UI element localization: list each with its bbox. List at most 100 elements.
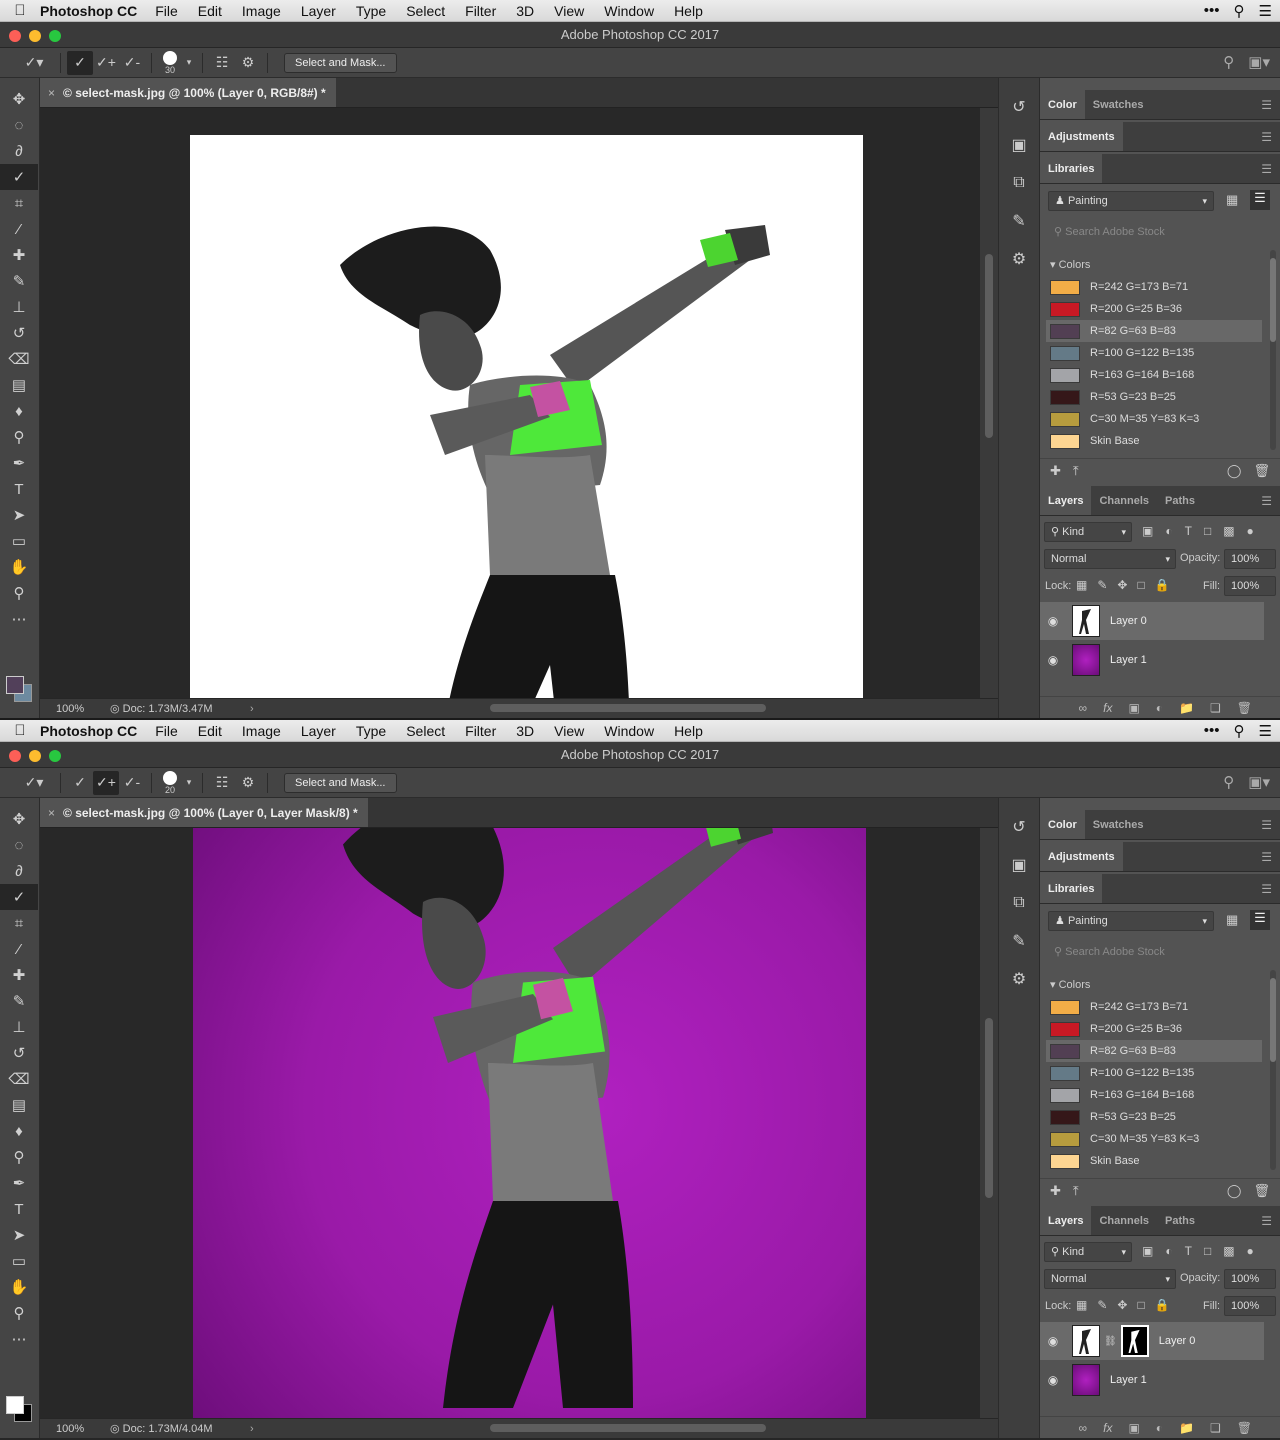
filter-toggle-icon[interactable]: ● — [1247, 524, 1254, 538]
layer-name[interactable]: Layer 0 — [1110, 615, 1147, 627]
document-canvas[interactable] — [190, 135, 863, 698]
layer-style-icon[interactable]: fx — [1103, 1421, 1112, 1435]
type-filter-icon[interactable]: T — [1185, 524, 1192, 538]
minimize-window-button[interactable] — [29, 750, 41, 762]
horizontal-scrollbar[interactable] — [490, 704, 766, 712]
tool-preset-picker[interactable]: ✓▾ — [14, 51, 54, 75]
panel-menu-icon[interactable]: ☰ — [1261, 130, 1272, 144]
creative-cloud-icon[interactable]: ◯ — [1227, 1183, 1242, 1199]
subtract-from-selection-brush-icon[interactable]: ✓- — [119, 51, 145, 75]
panel-menu-icon[interactable]: ☰ — [1261, 162, 1272, 176]
upload-icon[interactable]: ⤒ — [1073, 1183, 1079, 1199]
layer-thumbnail[interactable] — [1072, 1364, 1100, 1396]
layer-thumbnail[interactable] — [1072, 605, 1100, 637]
search-icon[interactable]: ⚲ — [1234, 2, 1245, 20]
zoom-window-button[interactable] — [49, 30, 61, 42]
brush-tool-icon[interactable]: ✎ — [0, 268, 38, 294]
new-selection-brush-icon[interactable]: ✓ — [67, 771, 93, 795]
vertical-scrollbar[interactable] — [980, 108, 998, 698]
library-color-item[interactable]: R=53 G=23 B=25 — [1046, 386, 1262, 408]
lasso-tool-icon[interactable]: ∂ — [0, 138, 38, 164]
clone-source-panel-icon[interactable]: ⧉ — [999, 884, 1039, 922]
clone-source-panel-icon[interactable]: ⧉ — [999, 164, 1039, 202]
healing-brush-tool-icon[interactable]: ✚ — [0, 242, 38, 268]
lock-artboard-icon[interactable]: □ — [1137, 578, 1144, 592]
menu-3d[interactable]: 3D — [506, 3, 544, 19]
blur-tool-icon[interactable]: ♦ — [0, 1118, 38, 1144]
brush-picker-arrow-icon[interactable]: ▾ — [182, 771, 196, 795]
libraries-scrollbar[interactable] — [1270, 250, 1276, 450]
app-menu[interactable]: Photoshop CC — [40, 723, 137, 739]
menu-file[interactable]: File — [145, 3, 188, 19]
brush-panel-icon[interactable]: ✎ — [999, 202, 1039, 240]
libraries-scrollbar[interactable] — [1270, 970, 1276, 1170]
menu-help[interactable]: Help — [664, 3, 713, 19]
adjustment-layer-icon[interactable]: ◐ — [1156, 1421, 1163, 1435]
zoom-tool-icon[interactable]: ⚲ — [0, 1300, 38, 1326]
menu-type[interactable]: Type — [346, 723, 396, 739]
healing-brush-tool-icon[interactable]: ✚ — [0, 962, 38, 988]
new-group-icon[interactable]: 📁 — [1179, 701, 1194, 715]
menu-image[interactable]: Image — [232, 723, 291, 739]
visibility-eye-icon[interactable]: ◉ — [1040, 1334, 1066, 1348]
adjustment-layer-icon[interactable]: ◐ — [1156, 701, 1163, 715]
add-mask-icon[interactable]: ▣ — [1128, 1421, 1139, 1435]
smart-object-filter-icon[interactable]: ▩ — [1223, 524, 1234, 538]
lock-transparency-icon[interactable]: ▦ — [1076, 578, 1087, 592]
panel-menu-icon[interactable]: ☰ — [1261, 882, 1272, 896]
mask-link-icon[interactable]: ⛓ — [1104, 1336, 1117, 1347]
menu-view[interactable]: View — [544, 723, 594, 739]
rectangle-tool-icon[interactable]: ▭ — [0, 528, 38, 554]
tab-libraries[interactable]: Libraries — [1040, 874, 1103, 903]
layer-row[interactable]: ◉ Layer 1 — [1040, 641, 1264, 679]
workspace-switcher-icon[interactable]: ▣▾ — [1248, 773, 1270, 791]
tab-channels[interactable]: Channels — [1091, 1206, 1157, 1235]
hand-tool-icon[interactable]: ✋ — [0, 1274, 38, 1300]
stock-search-input[interactable]: ⚲ Search Adobe Stock — [1046, 943, 1272, 961]
crop-tool-icon[interactable]: ⌗ — [0, 190, 38, 216]
add-content-icon[interactable]: ✚ — [1050, 463, 1061, 479]
select-and-mask-button[interactable]: Select and Mask... — [284, 772, 397, 793]
pixel-filter-icon[interactable]: ▣ — [1142, 524, 1153, 538]
tab-adjustments[interactable]: Adjustments — [1040, 122, 1123, 151]
link-layers-icon[interactable]: ∞ — [1079, 701, 1088, 715]
more-icon[interactable]: ••• — [1204, 722, 1220, 740]
zoom-tool-icon[interactable]: ⚲ — [0, 580, 38, 606]
type-tool-icon[interactable]: T — [0, 1196, 38, 1222]
more-tools-icon[interactable]: ⋯ — [0, 1326, 38, 1352]
tab-channels[interactable]: Channels — [1091, 486, 1157, 515]
list-icon[interactable]: ☰ — [1259, 722, 1272, 740]
type-filter-icon[interactable]: T — [1185, 1244, 1192, 1258]
fill-field[interactable]: 100% — [1224, 1296, 1276, 1316]
quick-selection-tool-icon[interactable]: ✓ — [0, 884, 38, 910]
layer-row[interactable]: ◉ Layer 0 — [1040, 602, 1264, 640]
document-tab[interactable]: × © select-mask.jpg @ 100% (Layer 0, RGB… — [40, 78, 336, 107]
grid-view-icon[interactable]: ▦ — [1226, 912, 1238, 928]
tab-libraries[interactable]: Libraries — [1040, 154, 1103, 183]
creative-cloud-icon[interactable]: ◯ — [1227, 463, 1242, 479]
canvas-viewport[interactable] — [40, 828, 980, 1418]
path-selection-tool-icon[interactable]: ➤ — [0, 502, 38, 528]
menu-image[interactable]: Image — [232, 3, 291, 19]
close-window-button[interactable] — [9, 750, 21, 762]
panel-menu-icon[interactable]: ☰ — [1261, 818, 1272, 832]
opacity-field[interactable]: 100% — [1224, 549, 1276, 569]
tab-swatches[interactable]: Swatches — [1085, 90, 1152, 119]
blur-tool-icon[interactable]: ♦ — [0, 398, 38, 424]
menu-view[interactable]: View — [544, 3, 594, 19]
blend-mode-dropdown[interactable]: Normal ▾ — [1044, 549, 1176, 569]
menu-edit[interactable]: Edit — [188, 3, 232, 19]
layer-name[interactable]: Layer 0 — [1159, 1335, 1196, 1347]
history-panel-icon[interactable]: ↺ — [999, 808, 1039, 846]
type-tool-icon[interactable]: T — [0, 476, 38, 502]
opacity-field[interactable]: 100% — [1224, 1269, 1276, 1289]
zoom-level[interactable]: 100% — [40, 703, 110, 715]
add-to-selection-brush-icon[interactable]: ✓+ — [93, 51, 119, 75]
search-icon[interactable]: ⚲ — [1234, 722, 1245, 740]
trash-icon[interactable]: 🗑 — [1253, 1183, 1270, 1199]
vertical-scrollbar[interactable] — [980, 828, 998, 1418]
clone-stamp-tool-icon[interactable]: ⊥ — [0, 1014, 38, 1040]
tab-color[interactable]: Color — [1040, 810, 1085, 839]
list-view-icon[interactable]: ☰ — [1250, 910, 1270, 930]
canvas-viewport[interactable] — [40, 108, 980, 698]
